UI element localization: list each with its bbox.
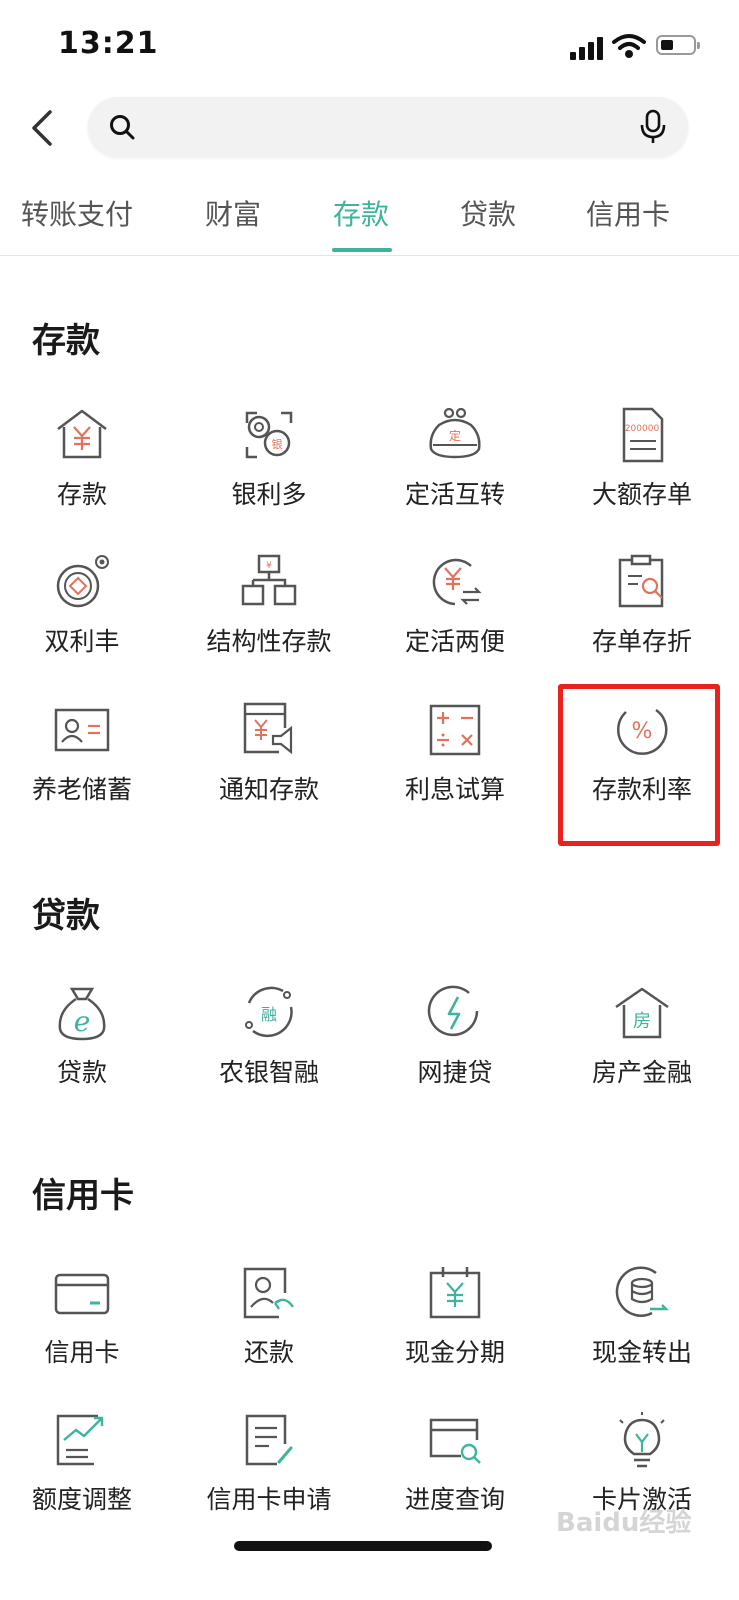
loan-item-label: 贷款: [56, 1058, 107, 1087]
deposit-item-label: 定活互转: [404, 480, 505, 509]
svg-text:定: 定: [449, 428, 461, 443]
svg-text:e: e: [74, 1005, 91, 1038]
category-tabs: 转账支付 财富 存款 贷款 信用卡: [0, 175, 739, 256]
deposit-item-pension-savings[interactable]: 养老储蓄: [0, 700, 175, 820]
credit-item-credit-card[interactable]: 信用卡: [0, 1263, 175, 1383]
microphone-icon[interactable]: [638, 109, 668, 145]
deposit-item-label: 大额存单: [591, 480, 692, 509]
credit-item-label: 信用卡: [44, 1338, 120, 1367]
deposit-item-label: 通知存款: [218, 775, 319, 804]
loan-item-label: 房产金融: [591, 1058, 692, 1087]
structure-blocks-icon: ¥: [241, 554, 297, 606]
lightning-circle-icon: [427, 985, 479, 1037]
tab-credit-card[interactable]: 信用卡: [586, 193, 670, 233]
deposit-item-notice-deposit[interactable]: 通知存款: [176, 700, 362, 820]
repay-person-icon: [243, 1267, 294, 1319]
coins-silver-icon: 银: [245, 411, 293, 459]
credit-item-card-application[interactable]: 信用卡申请: [176, 1410, 362, 1530]
credit-card-icon: [54, 1273, 110, 1315]
credit-item-label: 进度查询: [404, 1485, 505, 1514]
home-indicator[interactable]: [234, 1541, 492, 1551]
status-bar: 13:21: [0, 0, 739, 90]
credit-item-limit-adjust[interactable]: 额度调整: [0, 1410, 175, 1530]
id-card-icon: [54, 708, 110, 752]
credit-item-repayment[interactable]: 还款: [176, 1263, 362, 1383]
highlight-annotation: [558, 684, 720, 846]
certificate-200000-icon: 200000: [622, 407, 664, 463]
double-coin-icon: [56, 555, 109, 608]
clipboard-search-icon: [618, 554, 664, 608]
deposit-item-label: 利息试算: [404, 775, 505, 804]
deposit-item-large-cd[interactable]: 200000 大额存单: [549, 405, 735, 525]
signal-icon: [570, 36, 606, 60]
deposit-item-label: 双利丰: [44, 627, 120, 656]
card-search-icon: [429, 1418, 481, 1464]
search-input[interactable]: [148, 107, 612, 149]
loan-item-label: 网捷贷: [417, 1058, 493, 1087]
credit-item-label: 信用卡申请: [206, 1485, 332, 1514]
svg-text:房: 房: [633, 1011, 651, 1032]
credit-item-label: 现金转出: [591, 1338, 692, 1367]
deposit-item-label: 结构性存款: [206, 627, 332, 656]
loan-item-label: 农银智融: [218, 1058, 319, 1087]
svg-text:融: 融: [261, 1005, 277, 1024]
baidu-watermark: Baidu经验: [556, 1508, 692, 1538]
deposit-item-fixed-current-flex[interactable]: 定活两便: [362, 552, 548, 672]
calendar-yuan-icon: [429, 1267, 481, 1319]
deposit-item-label: 存单存折: [591, 627, 692, 656]
lightbulb-icon: [619, 1412, 665, 1468]
coin-stack-out-icon: [615, 1266, 669, 1317]
battery-icon: [656, 35, 700, 55]
search-icon: [110, 115, 135, 140]
wifi-icon: [612, 34, 646, 58]
active-tab-indicator: [332, 248, 392, 252]
credit-item-label: 额度调整: [31, 1485, 132, 1514]
tab-deposit[interactable]: 存款: [333, 193, 389, 233]
tab-wealth[interactable]: 财富: [205, 193, 261, 233]
purse-fixed-icon: 定: [429, 407, 481, 459]
credit-item-progress-query[interactable]: 进度查询: [362, 1410, 548, 1530]
deposit-item-cd-passbook[interactable]: 存单存折: [549, 552, 735, 672]
document-pen-icon: [245, 1414, 293, 1466]
house-fang-icon: 房: [615, 987, 669, 1039]
status-time: 13:21: [58, 26, 159, 61]
rong-circle-icon: 融: [245, 986, 293, 1038]
loan-item-wangjiedai[interactable]: 网捷贷: [362, 983, 548, 1103]
svg-text:银: 银: [272, 437, 283, 451]
section-title-credit-card: 信用卡: [32, 1176, 134, 1216]
svg-text:¥: ¥: [266, 561, 272, 571]
loan-item-abc-smart-finance[interactable]: 融 农银智融: [176, 983, 362, 1103]
tab-transfer-payment[interactable]: 转账支付: [21, 193, 133, 233]
deposit-item-interest-calc[interactable]: 利息试算: [362, 700, 548, 820]
loan-item-loan[interactable]: e 贷款: [0, 983, 175, 1103]
credit-item-label: 还款: [243, 1338, 294, 1367]
deposit-item-shuanglifeng[interactable]: 双利丰: [0, 552, 175, 672]
credit-item-label: 现金分期: [404, 1338, 505, 1367]
credit-item-cash-installment[interactable]: 现金分期: [362, 1263, 548, 1383]
credit-item-cash-transfer-out[interactable]: 现金转出: [549, 1263, 735, 1383]
search-bar[interactable]: [88, 97, 688, 157]
section-title-deposit: 存款: [32, 321, 100, 361]
tab-loan[interactable]: 贷款: [460, 193, 516, 233]
house-yuan-icon: [57, 409, 107, 459]
section-title-loan: 贷款: [32, 896, 100, 936]
yuan-exchange-icon: [432, 558, 482, 606]
deposit-item-fixed-current-transfer[interactable]: 定 定活互转: [362, 405, 548, 525]
deposit-item-label: 银利多: [231, 480, 307, 509]
money-bag-icon: e: [58, 987, 106, 1041]
deposit-item-label: 定活两便: [404, 627, 505, 656]
deposit-item-yinliduo[interactable]: 银 银利多: [176, 405, 362, 525]
loan-item-real-estate-finance[interactable]: 房 房产金融: [549, 983, 735, 1103]
svg-text:200000: 200000: [625, 424, 660, 434]
deposit-item-deposit[interactable]: 存款: [0, 405, 175, 525]
chart-up-icon: [56, 1414, 104, 1466]
deposit-item-label: 存款: [56, 480, 107, 509]
deposit-item-label: 养老储蓄: [31, 775, 132, 804]
back-icon[interactable]: [24, 108, 64, 148]
notice-megaphone-icon: [243, 702, 293, 755]
deposit-item-structured-deposit[interactable]: ¥ 结构性存款: [176, 552, 362, 672]
calculator-icon: [429, 704, 481, 756]
